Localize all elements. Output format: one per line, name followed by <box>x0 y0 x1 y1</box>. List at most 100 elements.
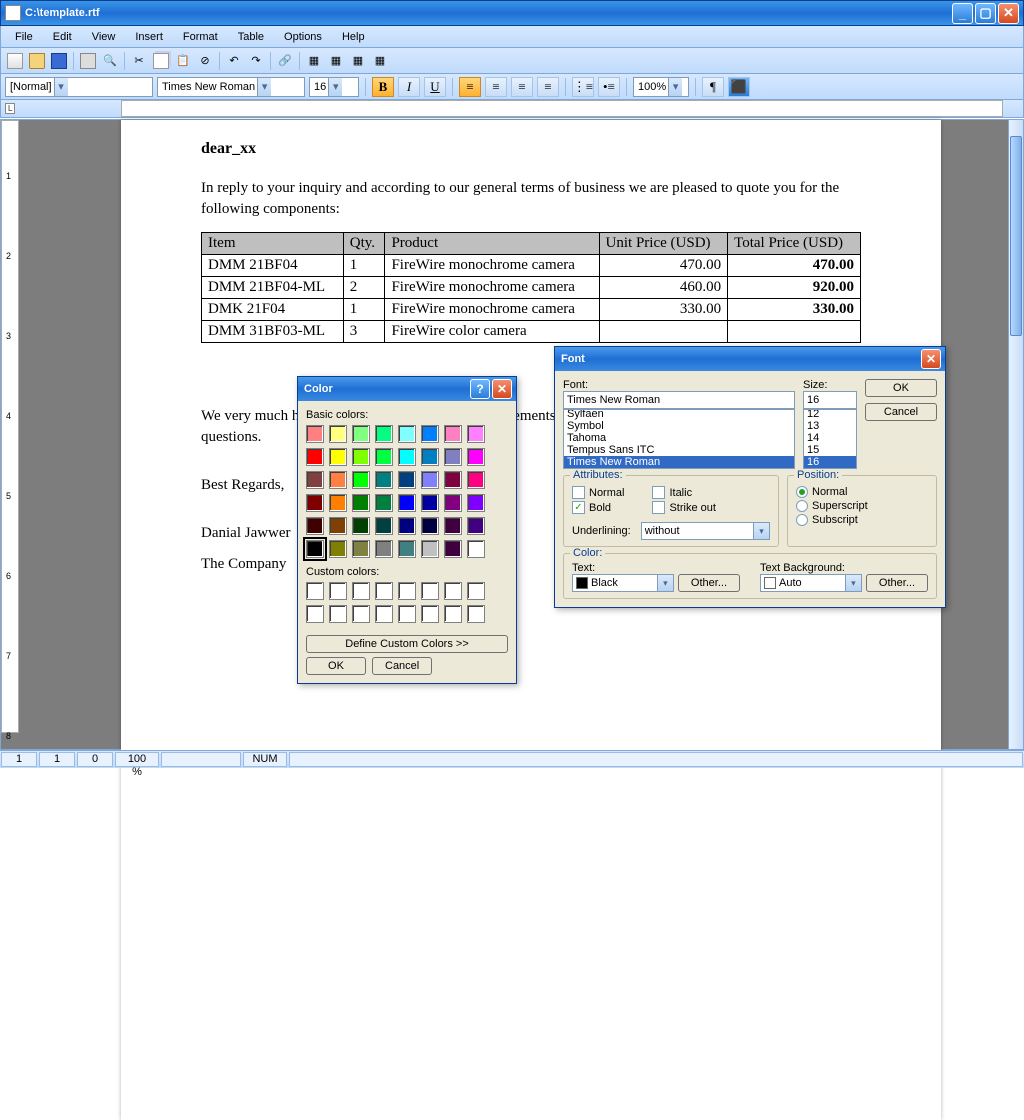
font-option[interactable]: Tahoma <box>564 432 794 444</box>
underline-combo[interactable]: ▾ <box>641 522 770 540</box>
color-swatch[interactable] <box>329 448 347 466</box>
save-button[interactable] <box>49 51 69 71</box>
table-row[interactable]: DMM 21BF041FireWire monochrome camera470… <box>202 255 861 277</box>
font-option[interactable]: Times New Roman <box>564 456 794 468</box>
color-swatch[interactable] <box>444 494 462 512</box>
color-swatch[interactable] <box>421 471 439 489</box>
delete-button[interactable]: ⊘ <box>195 51 215 71</box>
style-combo[interactable]: [Normal]▾ <box>5 77 153 97</box>
vertical-ruler[interactable]: 123 456 78 <box>1 120 19 733</box>
color-swatch[interactable] <box>444 448 462 466</box>
font-combo[interactable]: Times New Roman▾ <box>157 77 305 97</box>
size-option[interactable]: 13 <box>804 420 856 432</box>
define-custom-button[interactable]: Define Custom Colors >> <box>306 635 508 653</box>
dropdown-icon[interactable]: ▾ <box>754 522 770 540</box>
custom-swatch[interactable] <box>306 605 324 623</box>
custom-swatch[interactable] <box>444 582 462 600</box>
color-swatch[interactable] <box>352 540 370 558</box>
undo-button[interactable]: ↶ <box>224 51 244 71</box>
italic-button[interactable]: I <box>398 77 420 97</box>
color-swatch[interactable] <box>352 517 370 535</box>
font-dialog-title[interactable]: Font ✕ <box>555 347 945 371</box>
dropdown-icon[interactable]: ▾ <box>846 574 862 592</box>
table4-button[interactable]: ▦ <box>370 51 390 71</box>
color-swatch[interactable] <box>421 448 439 466</box>
color-swatch[interactable] <box>375 425 393 443</box>
bullet-list-button[interactable]: •≡ <box>598 77 620 97</box>
custom-swatch[interactable] <box>375 605 393 623</box>
align-center-button[interactable]: ≡ <box>485 77 507 97</box>
number-list-button[interactable]: ⋮≡ <box>572 77 594 97</box>
menu-insert[interactable]: Insert <box>127 29 171 45</box>
text-color-combo[interactable]: Black ▾ <box>572 574 674 592</box>
minimize-button[interactable]: _ <box>952 3 973 24</box>
align-left-button[interactable]: ≡ <box>459 77 481 97</box>
color-swatch[interactable] <box>467 494 485 512</box>
custom-swatch[interactable] <box>375 582 393 600</box>
color-swatch[interactable] <box>467 517 485 535</box>
paste-button[interactable]: 📋 <box>173 51 193 71</box>
color-swatch[interactable] <box>398 540 416 558</box>
font-listbox[interactable]: SylfaenSymbolTahomaTempus Sans ITCTimes … <box>563 409 795 469</box>
copy-button[interactable] <box>151 51 171 71</box>
bg-color-combo[interactable]: Auto ▾ <box>760 574 862 592</box>
attr-strike-checkbox[interactable]: Strike out <box>652 501 715 514</box>
scrollbar-thumb[interactable] <box>1010 136 1022 336</box>
attr-bold-checkbox[interactable]: ✓Bold <box>572 501 624 514</box>
align-justify-button[interactable]: ≡ <box>537 77 559 97</box>
vertical-scrollbar[interactable] <box>1008 119 1024 750</box>
help-button[interactable]: ? <box>470 379 490 399</box>
dropdown-icon[interactable]: ▾ <box>328 78 342 96</box>
size-option[interactable]: 14 <box>804 432 856 444</box>
custom-swatch[interactable] <box>421 605 439 623</box>
color-swatch[interactable] <box>421 425 439 443</box>
cut-button[interactable]: ✂ <box>129 51 149 71</box>
color-swatch[interactable] <box>352 448 370 466</box>
color-swatch[interactable] <box>467 448 485 466</box>
bg-color-other-button[interactable]: Other... <box>866 574 928 592</box>
color-swatch[interactable] <box>375 494 393 512</box>
dropdown-icon[interactable]: ▾ <box>658 574 674 592</box>
color-swatch[interactable] <box>375 471 393 489</box>
highlight-button[interactable]: ⬛ <box>728 77 750 97</box>
ruler-tab-icon[interactable]: L <box>5 103 15 114</box>
color-swatch[interactable] <box>398 471 416 489</box>
underline-button[interactable]: U <box>424 77 446 97</box>
underline-value[interactable] <box>641 522 754 540</box>
font-option[interactable]: Symbol <box>564 420 794 432</box>
pilcrow-button[interactable]: ¶ <box>702 77 724 97</box>
color-swatch[interactable] <box>329 471 347 489</box>
color-ok-button[interactable]: OK <box>306 657 366 675</box>
color-swatch[interactable] <box>352 471 370 489</box>
menu-view[interactable]: View <box>84 29 124 45</box>
menu-table[interactable]: Table <box>230 29 272 45</box>
color-swatch[interactable] <box>467 471 485 489</box>
attr-italic-checkbox[interactable]: Italic <box>652 486 715 499</box>
menu-edit[interactable]: Edit <box>45 29 80 45</box>
custom-swatch[interactable] <box>421 582 439 600</box>
color-cancel-button[interactable]: Cancel <box>372 657 432 675</box>
color-swatch[interactable] <box>421 517 439 535</box>
color-swatch[interactable] <box>329 540 347 558</box>
table3-button[interactable]: ▦ <box>348 51 368 71</box>
dropdown-icon[interactable]: ▾ <box>54 78 68 96</box>
salutation[interactable]: dear_xx <box>201 140 861 158</box>
color-swatch[interactable] <box>421 494 439 512</box>
color-swatch[interactable] <box>398 517 416 535</box>
color-swatch[interactable] <box>444 425 462 443</box>
bold-button[interactable]: B <box>372 77 394 97</box>
color-swatch[interactable] <box>329 517 347 535</box>
color-swatch[interactable] <box>329 494 347 512</box>
custom-swatch[interactable] <box>329 605 347 623</box>
custom-swatch[interactable] <box>352 582 370 600</box>
color-swatch[interactable] <box>375 448 393 466</box>
color-swatch[interactable] <box>306 425 324 443</box>
color-swatch[interactable] <box>421 540 439 558</box>
zoom-combo[interactable]: 100%▾ <box>633 77 689 97</box>
pos-normal-radio[interactable]: Normal <box>796 486 928 498</box>
close-icon[interactable]: ✕ <box>921 349 941 369</box>
redo-button[interactable]: ↷ <box>246 51 266 71</box>
color-swatch[interactable] <box>306 517 324 535</box>
custom-swatch[interactable] <box>352 605 370 623</box>
color-swatch[interactable] <box>444 540 462 558</box>
